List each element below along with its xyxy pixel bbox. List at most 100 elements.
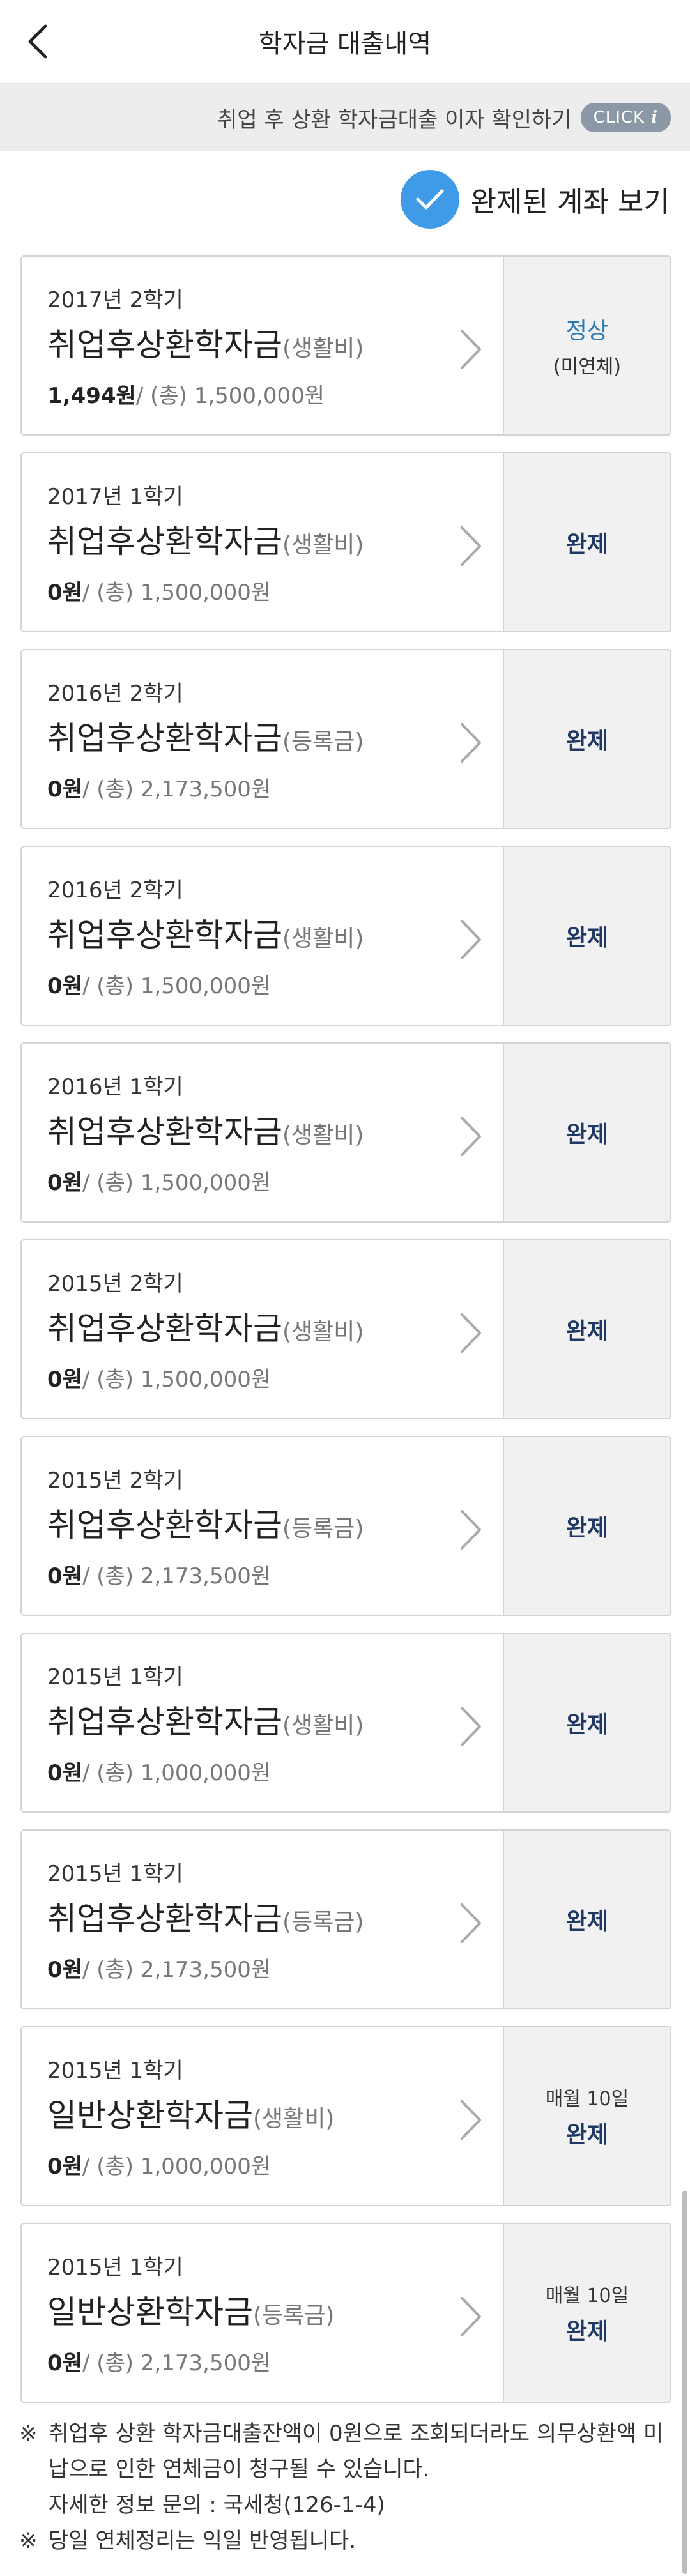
loan-status: 완제 [503, 453, 670, 631]
note-item: ※ 당일 연체정리는 익일 반영됩니다. [19, 2523, 671, 2559]
note-item: ※ 취업후 상환 학자금대출잔액이 0원으로 조회되더라도 의무상환액 미납으로 … [19, 2416, 671, 2523]
loan-name-text: 취업후상환학자금 [47, 917, 282, 954]
loan-status: 매월 10일 완제 [503, 2027, 670, 2205]
click-badge[interactable]: CLICK i [580, 103, 671, 132]
loan-info: 2015년 2학기 취업후상환학자금(생활비) 0원/ (총) 1,500,00… [22, 1240, 503, 1418]
loan-name-text: 취업후상환학자금 [47, 1113, 282, 1150]
interest-info-bar[interactable]: 취업 후 상환 학자금대출 이자 확인하기 CLICK i [0, 84, 690, 151]
chevron-right-icon [461, 1117, 481, 1156]
loan-name-text: 일반상환학자금 [47, 2294, 253, 2331]
loan-total: / (총) 1,000,000원 [82, 2154, 272, 2179]
loan-name: 취업후상환학자금(생활비) [47, 910, 364, 956]
status-label: 완제 [565, 1318, 609, 1345]
loan-balance: 0원 [47, 1170, 82, 1196]
loan-card[interactable]: 2017년 2학기 취업후상환학자금(생활비) 1,494원/ (총) 1,50… [20, 255, 671, 436]
note-mark: ※ [19, 2528, 38, 2554]
status-label: 완제 [565, 1909, 609, 1935]
loan-amount: 0원/ (총) 1,000,000원 [47, 1755, 271, 1787]
loan-total: / (총) 1,500,000원 [82, 973, 272, 999]
note-mark: ※ [19, 2421, 38, 2446]
loan-card[interactable]: 2016년 2학기 취업후상환학자금(등록금) 0원/ (총) 2,173,50… [20, 649, 671, 829]
loan-name-text: 취업후상환학자금 [47, 1507, 282, 1544]
loan-card[interactable]: 2017년 1학기 취업후상환학자금(생활비) 0원/ (총) 1,500,00… [20, 452, 671, 632]
loan-amount: 0원/ (총) 2,173,500원 [47, 1952, 271, 1983]
loan-term: 2015년 2학기 [47, 1468, 183, 1493]
loan-type: (생활비) [282, 532, 364, 558]
loan-card[interactable]: 2015년 2학기 취업후상환학자금(등록금) 0원/ (총) 2,173,50… [20, 1436, 671, 1616]
loan-balance: 0원 [47, 1367, 82, 1392]
loan-total: / (총) 2,173,500원 [82, 777, 272, 802]
checkmark-icon [400, 170, 459, 229]
loan-name: 취업후상환학자금(생활비) [47, 1303, 364, 1349]
chevron-right-icon [461, 723, 481, 763]
status-label: 완제 [565, 1122, 609, 1148]
loan-type: (생활비) [282, 1122, 364, 1148]
chevron-right-icon [461, 1510, 481, 1550]
loan-total: / (총) 1,500,000원 [82, 580, 272, 606]
loan-card[interactable]: 2016년 1학기 취업후상환학자금(생활비) 0원/ (총) 1,500,00… [20, 1042, 671, 1223]
show-paid-accounts-label: 완제된 계좌 보기 [470, 186, 670, 218]
loan-type: (등록금) [282, 1909, 364, 1935]
info-icon: i [651, 108, 658, 127]
loan-name-text: 취업후상환학자금 [47, 523, 282, 560]
loan-total: / (총) 1,500,000원 [82, 1170, 272, 1196]
loan-term: 2016년 1학기 [47, 1074, 183, 1100]
chevron-right-icon [461, 1903, 481, 1943]
loan-status: 매월 10일 완제 [503, 2224, 670, 2402]
status-label: 완제 [565, 728, 609, 754]
loan-card[interactable]: 2016년 2학기 취업후상환학자금(생활비) 0원/ (총) 1,500,00… [20, 846, 671, 1026]
loan-info: 2015년 1학기 일반상환학자금(등록금) 0원/ (총) 2,173,500… [22, 2224, 503, 2402]
status-label: 완제 [565, 1515, 609, 1541]
loan-info: 2015년 1학기 취업후상환학자금(생활비) 0원/ (총) 1,000,00… [22, 1634, 503, 1811]
loan-card[interactable]: 2015년 2학기 취업후상환학자금(생활비) 0원/ (총) 1,500,00… [20, 1239, 671, 1419]
loan-info: 2015년 2학기 취업후상환학자금(등록금) 0원/ (총) 2,173,50… [22, 1437, 503, 1615]
loan-name: 취업후상환학자금(생활비) [47, 1696, 364, 1742]
loan-info: 2016년 2학기 취업후상환학자금(생활비) 0원/ (총) 1,500,00… [22, 847, 503, 1025]
loan-info: 2017년 1학기 취업후상환학자금(생활비) 0원/ (총) 1,500,00… [22, 453, 503, 631]
loan-amount: 0원/ (총) 1,500,000원 [47, 1362, 271, 1393]
loan-info: 2016년 2학기 취업후상환학자금(등록금) 0원/ (총) 2,173,50… [22, 650, 503, 828]
loan-balance: 0원 [47, 1957, 82, 1983]
loan-name: 일반상환학자금(등록금) [47, 2287, 334, 2333]
loan-type: (생활비) [282, 335, 364, 362]
loan-status: 완제 [503, 1437, 670, 1615]
status-label: 정상 [565, 318, 609, 344]
show-paid-accounts-toggle[interactable]: 완제된 계좌 보기 [400, 167, 670, 231]
loan-card[interactable]: 2015년 1학기 취업후상환학자금(등록금) 0원/ (총) 2,173,50… [20, 1829, 671, 2009]
status-label: 완제 [565, 531, 609, 558]
status-label: 완제 [565, 1712, 609, 1738]
click-badge-label: CLICK [593, 108, 645, 127]
loan-balance: 0원 [47, 2154, 82, 2179]
status-schedule: 매월 10일 [545, 2285, 629, 2307]
loan-total: / (총) 1,500,000원 [135, 383, 325, 409]
loan-status: 완제 [503, 1240, 670, 1418]
loan-status: 완제 [503, 1044, 670, 1221]
chevron-right-icon [461, 1313, 481, 1353]
loan-name-text: 취업후상환학자금 [47, 326, 282, 363]
loan-card[interactable]: 2015년 1학기 일반상환학자금(등록금) 0원/ (총) 2,173,500… [20, 2223, 671, 2403]
loan-total: / (총) 2,173,500원 [82, 1564, 272, 1589]
chevron-right-icon [461, 526, 481, 566]
loan-type: (등록금) [282, 1516, 364, 1542]
loan-amount: 0원/ (총) 1,500,000원 [47, 968, 271, 1000]
loan-list: 2017년 2학기 취업후상환학자금(생활비) 1,494원/ (총) 1,50… [20, 255, 671, 2420]
loan-name: 취업후상환학자금(등록금) [47, 713, 364, 759]
loan-balance: 0원 [47, 2351, 82, 2376]
chevron-right-icon [461, 920, 481, 959]
loan-amount: 0원/ (총) 1,000,000원 [47, 2149, 271, 2180]
loan-status: 정상 (미연체) [503, 257, 670, 434]
loan-status: 완제 [503, 1831, 670, 2008]
loan-balance: 1,494원 [47, 383, 136, 409]
loan-amount: 1,494원/ (총) 1,500,000원 [47, 378, 325, 409]
loan-term: 2017년 1학기 [47, 484, 183, 510]
loan-info: 2017년 2학기 취업후상환학자금(생활비) 1,494원/ (총) 1,50… [22, 257, 503, 434]
loan-card[interactable]: 2015년 1학기 일반상환학자금(생활비) 0원/ (총) 1,000,000… [20, 2026, 671, 2206]
loan-card[interactable]: 2015년 1학기 취업후상환학자금(생활비) 0원/ (총) 1,000,00… [20, 1633, 671, 1813]
loan-amount: 0원/ (총) 2,173,500원 [47, 1559, 271, 1590]
loan-name-text: 취업후상환학자금 [47, 1310, 282, 1347]
chevron-right-icon [461, 2100, 481, 2140]
chevron-right-icon [461, 330, 481, 369]
status-label: 완제 [565, 2122, 609, 2148]
scrollbar[interactable] [682, 2191, 687, 2574]
loan-amount: 0원/ (총) 2,173,500원 [47, 2345, 271, 2377]
